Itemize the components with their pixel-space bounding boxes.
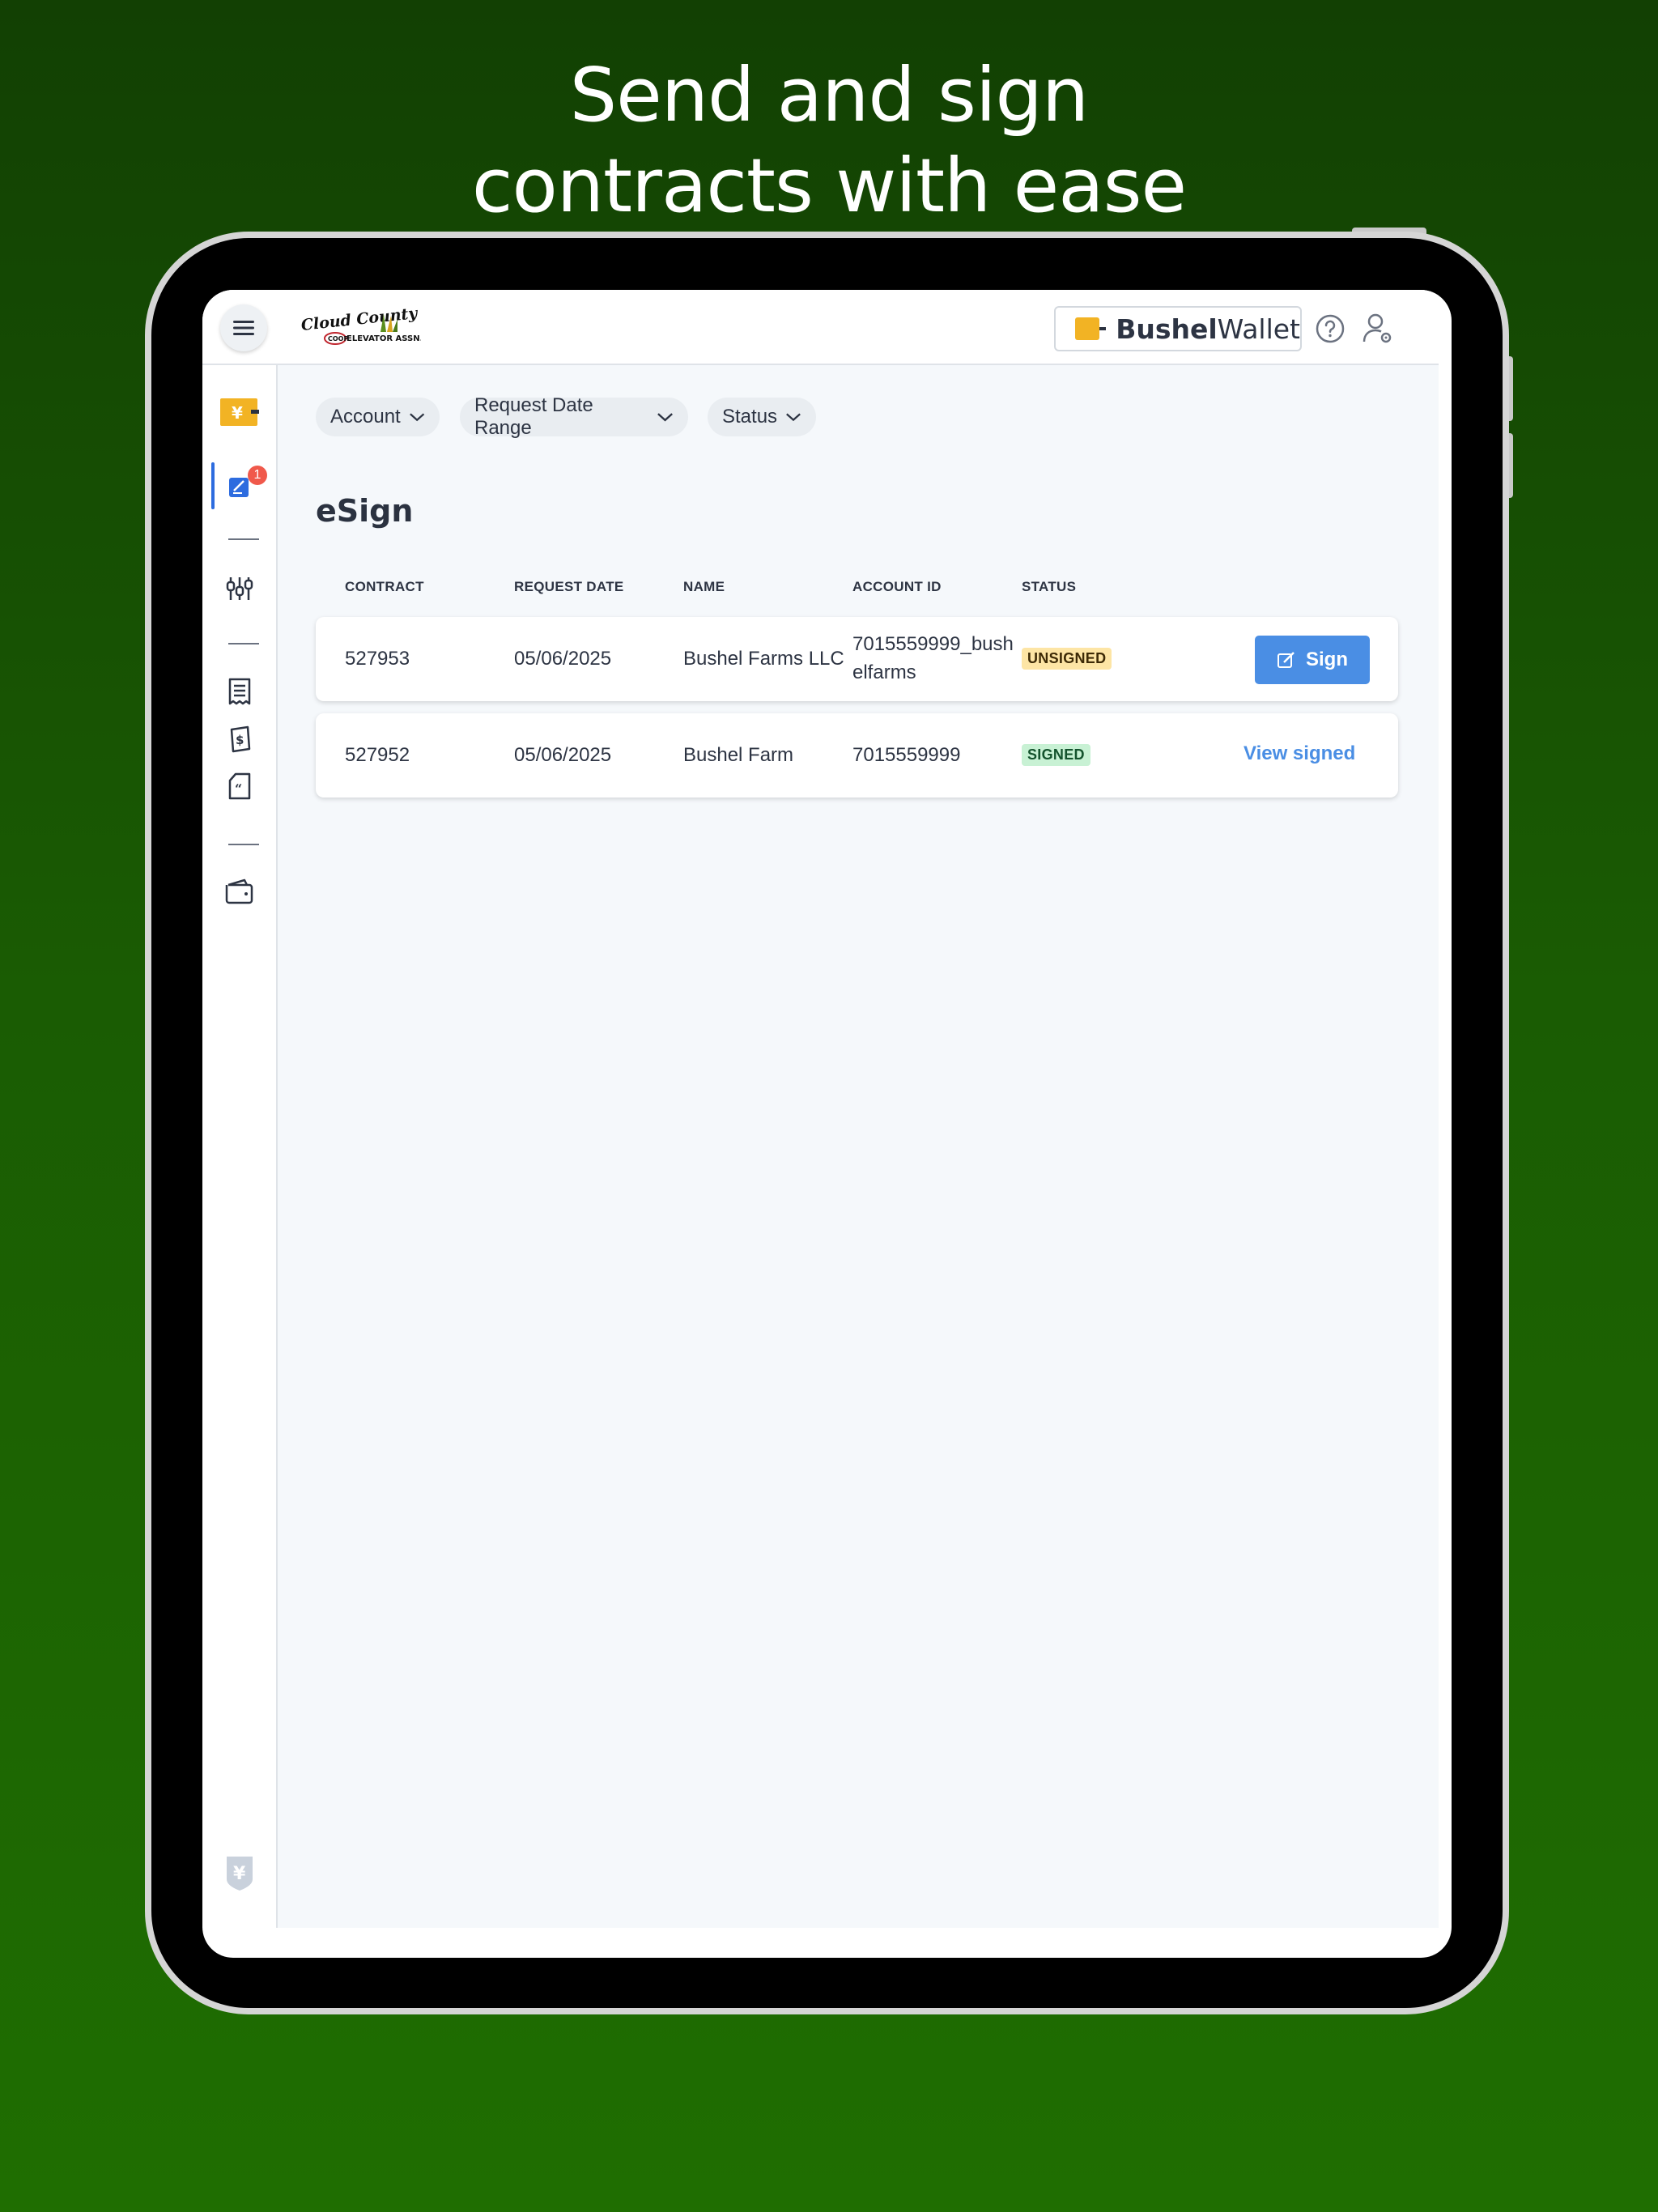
filter-account[interactable]: Account <box>316 398 440 436</box>
notification-badge: 1 <box>248 466 267 485</box>
bushel-shield-icon: ¥ <box>226 1857 253 1891</box>
table-row[interactable]: 527953 05/06/2025 Bushel Farms LLC 70155… <box>316 617 1398 701</box>
wallet-icon <box>225 878 253 904</box>
sign-button-label: Sign <box>1306 649 1348 670</box>
contract-cell: 527953 <box>345 648 410 670</box>
column-header-status: STATUS <box>1022 579 1077 594</box>
sidebar-item-receipts[interactable] <box>202 678 276 705</box>
account-id-line-1: 7015559999_bush <box>852 633 1014 655</box>
sidebar-item-bushel-wallet[interactable]: ¥ <box>202 398 276 426</box>
bushel-wallet-icon: ¥ <box>219 398 259 426</box>
svg-text:¥: ¥ <box>233 1864 246 1884</box>
headline-line-2: contracts with ease <box>471 143 1187 229</box>
svg-text:“: “ <box>235 781 242 797</box>
svg-text:Cloud County: Cloud County <box>300 308 419 334</box>
sidebar-item-bushel[interactable]: ¥ <box>202 1855 276 1891</box>
sidebar-divider <box>228 643 259 644</box>
filter-account-label: Account <box>330 406 401 428</box>
chevron-down-icon <box>786 413 801 422</box>
table-row[interactable]: 527952 05/06/2025 Bushel Farm 7015559999… <box>316 713 1398 798</box>
name-cell: Bushel Farm <box>683 744 794 766</box>
name-cell: Bushel Farms LLC <box>683 648 844 670</box>
account-id-line-2: elfarms <box>852 661 916 683</box>
filter-date-label: Request Date Range <box>474 394 593 439</box>
top-bar: Cloud County COOP ELEVATOR ASSN. BushelW… <box>202 290 1439 365</box>
menu-icon <box>233 321 254 335</box>
view-signed-link[interactable]: View signed <box>1244 742 1355 765</box>
sidebar-divider <box>228 538 259 540</box>
chevron-down-icon <box>657 413 673 422</box>
bushel-wallet-button[interactable]: BushelWallet <box>1054 306 1302 351</box>
chevron-down-icon <box>409 413 424 422</box>
page-title: eSign <box>316 493 414 529</box>
account-id-cell: 7015559999 <box>852 744 961 766</box>
sidebar-item-adjustments[interactable] <box>202 576 276 602</box>
edit-icon <box>1278 652 1295 668</box>
help-icon[interactable] <box>1316 314 1345 343</box>
column-header-contract: CONTRACT <box>345 579 424 594</box>
sidebar: ¥ 1 $ “ ¥ <box>202 365 278 1928</box>
request-date-cell: 05/06/2025 <box>514 648 612 670</box>
svg-text:ELEVATOR ASSN.: ELEVATOR ASSN. <box>346 334 421 343</box>
svg-text:COOP: COOP <box>328 335 348 342</box>
sign-button[interactable]: Sign <box>1255 636 1370 684</box>
contract-cell: 527952 <box>345 744 410 766</box>
sidebar-divider <box>228 844 259 845</box>
column-header-request-date: REQUEST DATE <box>514 579 624 594</box>
app-screen: Cloud County COOP ELEVATOR ASSN. BushelW… <box>202 290 1452 1958</box>
company-logo: Cloud County COOP ELEVATOR ASSN. <box>300 304 423 350</box>
adjustments-icon <box>226 577 253 600</box>
headline-line-1: Send and sign <box>569 52 1089 138</box>
account-id-cell: 7015559999_bush elfarms <box>852 630 1014 687</box>
svg-text:¥: ¥ <box>232 403 243 423</box>
filter-status[interactable]: Status <box>708 398 816 436</box>
sidebar-item-quotes[interactable]: “ <box>202 772 276 800</box>
filter-request-date-range[interactable]: Request Date Range <box>460 394 688 439</box>
quote-document-icon: “ <box>228 772 250 800</box>
receipt-icon <box>228 678 250 705</box>
status-badge: UNSIGNED <box>1022 648 1112 670</box>
request-date-cell: 05/06/2025 <box>514 744 612 766</box>
bushel-logo-icon <box>1075 317 1106 340</box>
user-settings-icon[interactable] <box>1363 313 1393 345</box>
headline: Send and sign contracts with ease <box>0 50 1658 232</box>
sidebar-item-wallet[interactable] <box>202 878 276 904</box>
menu-button[interactable] <box>220 304 267 351</box>
column-header-account-id: ACCOUNT ID <box>852 579 942 594</box>
wallet-label: BushelWallet <box>1116 313 1300 345</box>
sidebar-item-payments[interactable]: $ <box>202 725 276 753</box>
payment-icon: $ <box>230 725 250 753</box>
column-header-name: NAME <box>683 579 725 594</box>
main-content: Account Request Date Range Status eSign … <box>278 365 1439 1928</box>
svg-text:$: $ <box>236 733 244 747</box>
filter-status-label: Status <box>722 406 778 428</box>
status-badge: SIGNED <box>1022 744 1090 766</box>
